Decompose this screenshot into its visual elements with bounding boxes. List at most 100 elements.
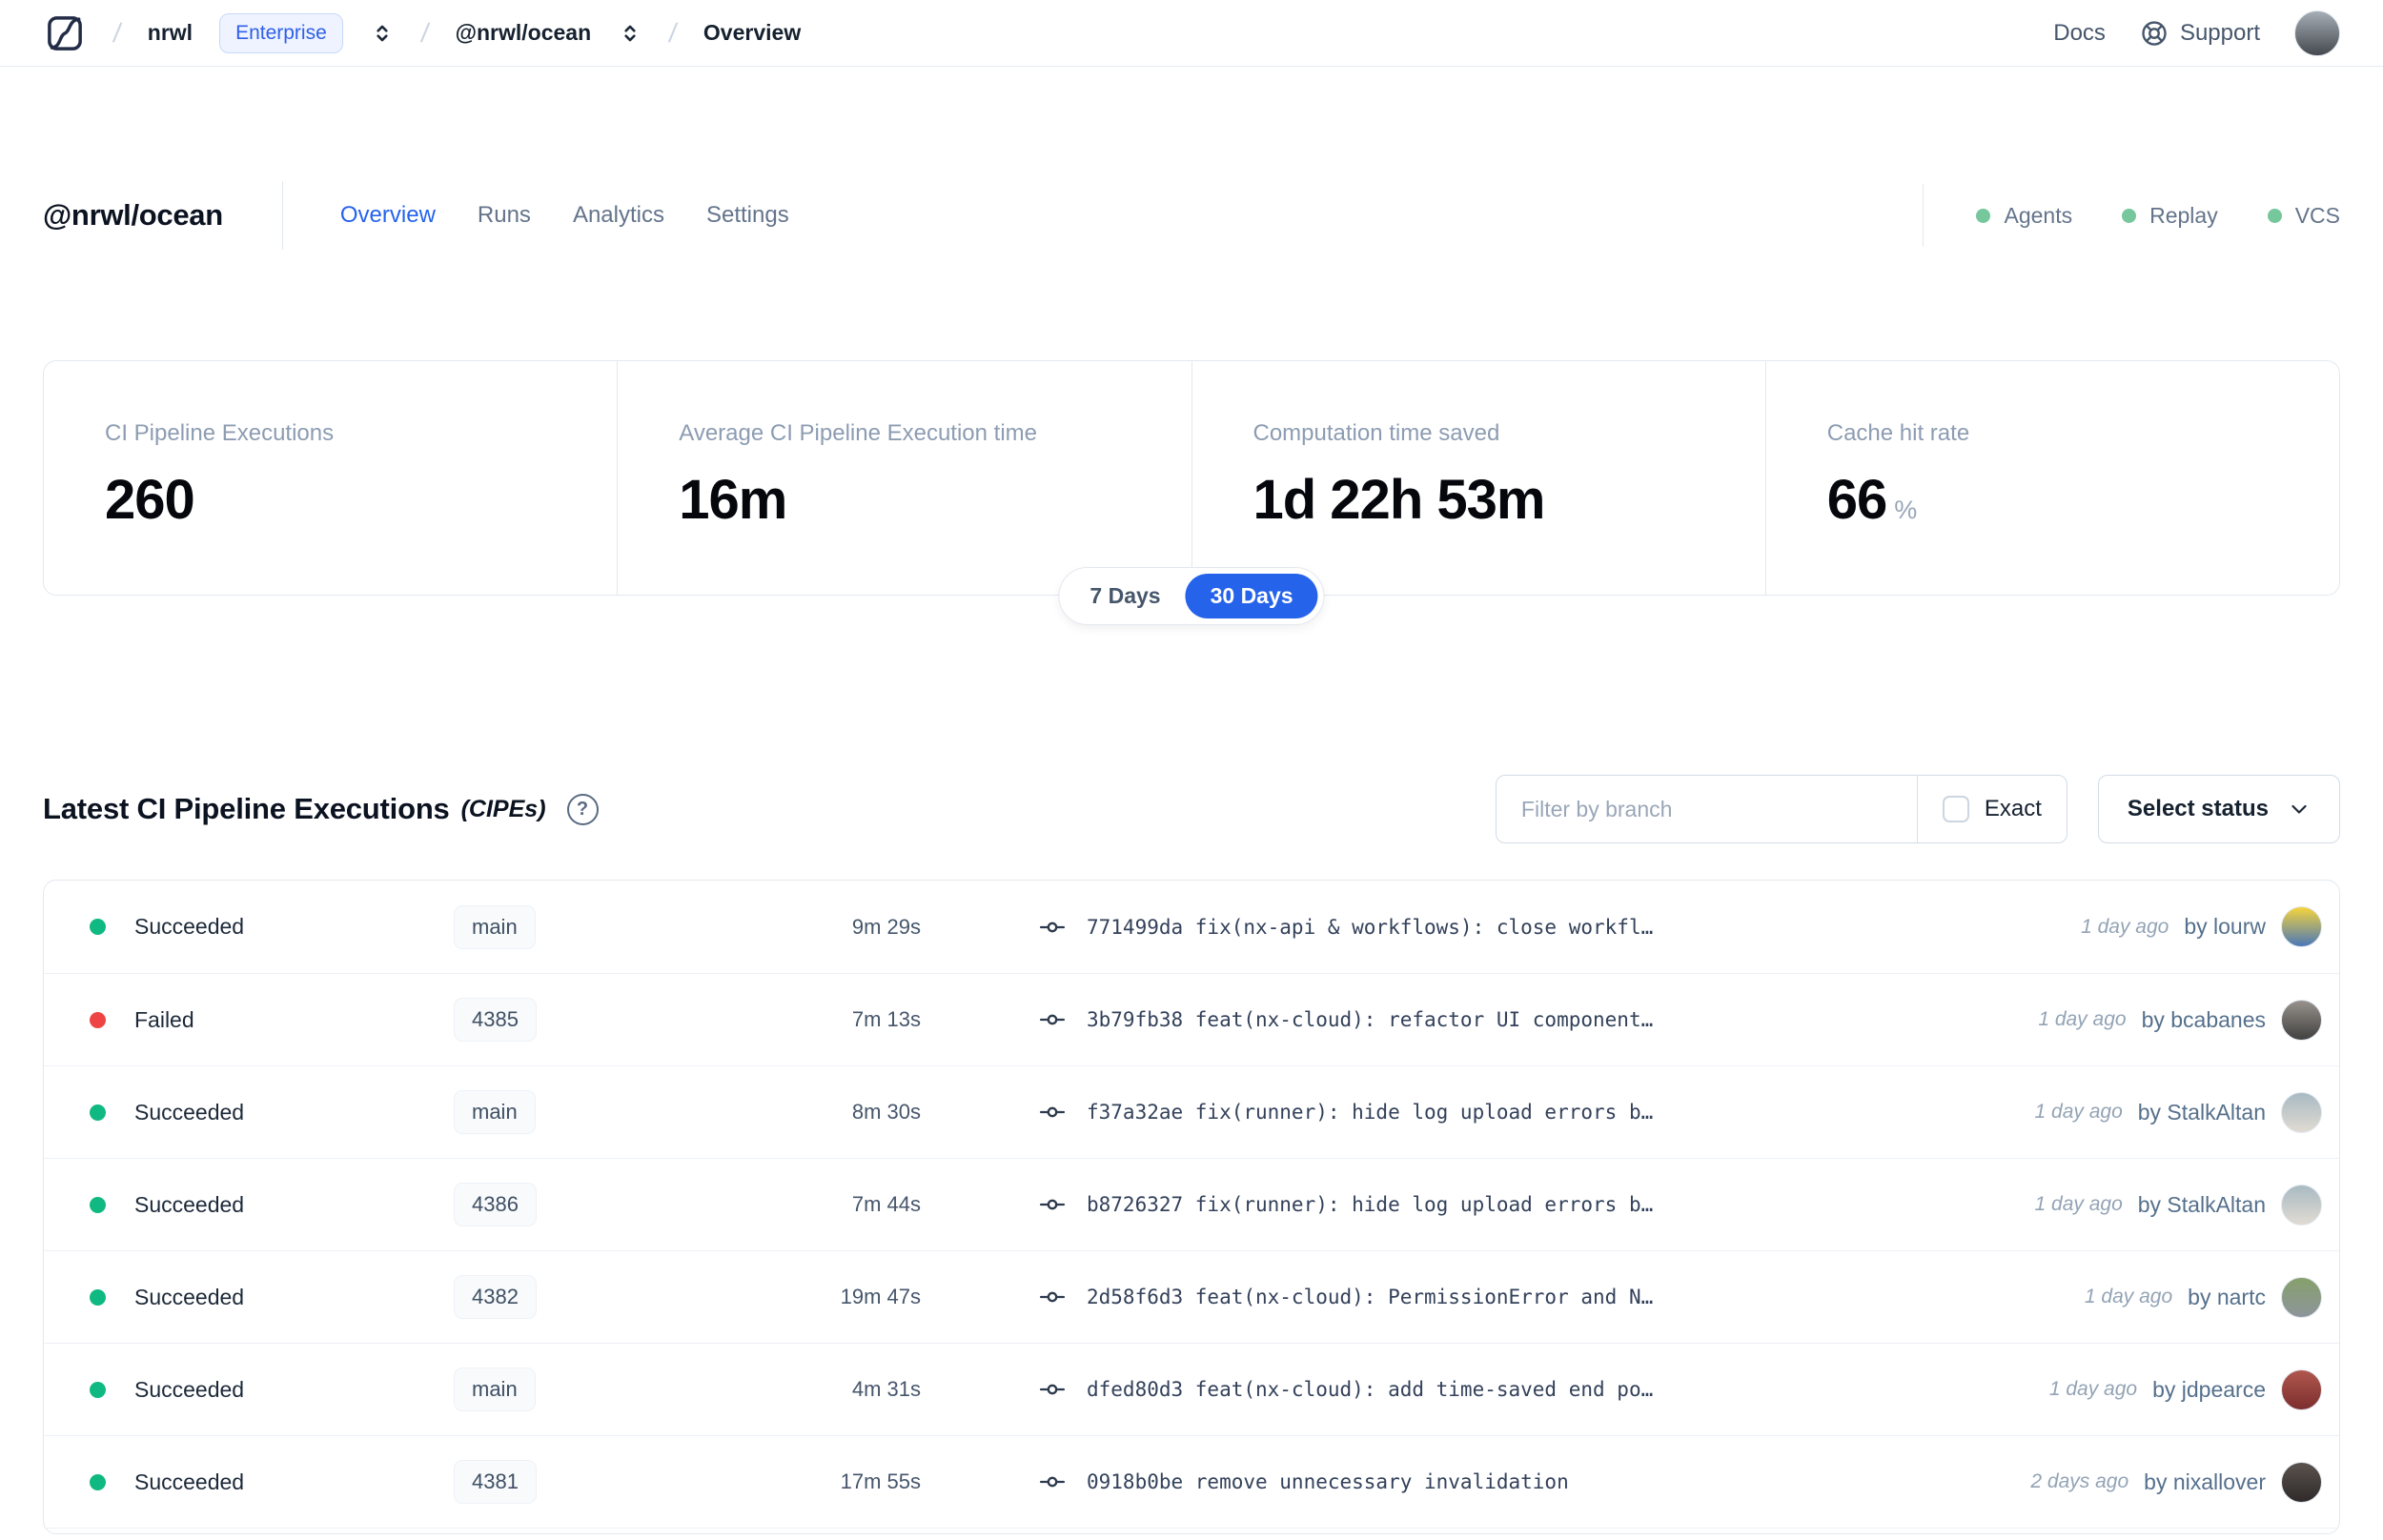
- indicator-replay[interactable]: Replay: [2122, 203, 2218, 229]
- author-avatar[interactable]: [2281, 1091, 2322, 1133]
- author-avatar[interactable]: [2281, 1368, 2322, 1410]
- row-meta: 1 day ago by StalkAltan: [2016, 1091, 2322, 1133]
- date-range-toggle: 7 Days 30 Days: [1058, 567, 1325, 625]
- duration: 7m 44s: [851, 1192, 921, 1216]
- green-dot-icon: [1976, 208, 1991, 223]
- nx-cloud-logo-icon[interactable]: [43, 11, 87, 55]
- divider: [281, 181, 283, 250]
- author-avatar[interactable]: [2281, 1276, 2322, 1318]
- commit-cell: b8726327 fix(runner): hide log upload er…: [1039, 1191, 2016, 1218]
- duration: 9m 29s: [851, 914, 921, 939]
- workspace-switcher-chevrons-icon[interactable]: [618, 21, 642, 46]
- author: by nixallover: [2144, 1469, 2266, 1494]
- cipe-row[interactable]: Succeeded 4386 7m 44s b8726327 fix(runne…: [44, 1158, 2339, 1250]
- stat-value: 1d 22h 53m: [1253, 469, 1546, 531]
- cipe-row[interactable]: Failed 4385 7m 13s 3b79fb38 feat(nx-clou…: [44, 973, 2339, 1065]
- org-switcher-chevrons-icon[interactable]: [370, 21, 395, 46]
- branch-filter-input[interactable]: [1496, 776, 1917, 842]
- cipe-row[interactable]: Succeeded 4381 17m 55s 0918b0be remove u…: [44, 1435, 2339, 1528]
- status-label: Succeeded: [134, 1376, 245, 1402]
- range-7-days[interactable]: 7 Days: [1065, 574, 1185, 618]
- time-ago: 2 days ago: [2030, 1470, 2129, 1492]
- cipe-row[interactable]: Succeeded main 8m 30s f37a32ae fix(runne…: [44, 1065, 2339, 1158]
- workspace-tabs: Overview Runs Analytics Settings: [340, 202, 789, 229]
- branch-cell: main: [454, 1090, 768, 1134]
- branch-cell: 4386: [454, 1183, 768, 1226]
- stat-value: 66%: [1826, 469, 1918, 531]
- author: by StalkAltan: [2137, 1191, 2266, 1217]
- commit-message: 771499da fix(nx-api & workflows): close …: [1087, 915, 1654, 939]
- indicator-vcs[interactable]: VCS: [2267, 203, 2340, 229]
- author-avatar[interactable]: [2281, 906, 2322, 947]
- stats-cards: CI Pipeline Executions 260 Average CI Pi…: [43, 360, 2340, 596]
- cipe-row[interactable]: Succeeded main 9m 29s 771499da fix(nx-ap…: [44, 881, 2339, 973]
- divider: [1923, 184, 1925, 247]
- duration: 17m 55s: [840, 1469, 921, 1493]
- commit-message: 3b79fb38 feat(nx-cloud): refactor UI com…: [1087, 1008, 1654, 1031]
- author: by nartc: [2188, 1284, 2266, 1309]
- user-avatar[interactable]: [2294, 10, 2340, 56]
- time-ago: 1 day ago: [2034, 1193, 2123, 1215]
- tab-settings[interactable]: Settings: [706, 202, 789, 229]
- time-ago: 1 day ago: [2034, 1101, 2123, 1123]
- branch-filter-group: Exact: [1495, 775, 2067, 843]
- cipe-row[interactable]: Succeeded main 4m 31s dfed80d3 feat(nx-c…: [44, 1343, 2339, 1435]
- breadcrumb-separator: /: [111, 17, 124, 48]
- breadcrumb-separator: /: [667, 17, 680, 48]
- cipe-row[interactable]: Succeeded 4382 19m 47s 2d58f6d3 feat(nx-…: [44, 1250, 2339, 1343]
- status-label: Succeeded: [134, 1099, 245, 1125]
- exact-option: Exact: [1918, 776, 2067, 842]
- cipe-row-partial: [44, 1528, 2339, 1533]
- status-indicators: Agents Replay VCS: [1976, 203, 2340, 229]
- indicator-label: Replay: [2149, 202, 2218, 228]
- green-dot-icon: [2122, 208, 2137, 223]
- enterprise-badge: Enterprise: [219, 12, 343, 53]
- commit-cell: 3b79fb38 feat(nx-cloud): refactor UI com…: [1039, 1006, 2019, 1033]
- commit-cell: 0918b0be remove unnecessary invalidation: [1039, 1469, 2011, 1495]
- branch-cell: main: [454, 1368, 768, 1411]
- row-meta: 1 day ago by StalkAltan: [2016, 1184, 2322, 1226]
- tab-runs[interactable]: Runs: [478, 202, 531, 229]
- status-dot-icon: [90, 1473, 106, 1490]
- tab-analytics[interactable]: Analytics: [573, 202, 664, 229]
- percent-suffix: %: [1894, 496, 1917, 524]
- status-dot-icon: [90, 919, 106, 935]
- support-link[interactable]: Support: [2140, 19, 2260, 48]
- status-select-dropdown[interactable]: Select status: [2097, 775, 2340, 843]
- breadcrumb-org[interactable]: nrwl: [148, 20, 193, 46]
- exact-checkbox[interactable]: [1942, 796, 1969, 822]
- breadcrumb-workspace[interactable]: @nrwl/ocean: [456, 20, 592, 46]
- commit-cell: dfed80d3 feat(nx-cloud): add time-saved …: [1039, 1376, 2030, 1403]
- author-avatar[interactable]: [2281, 999, 2322, 1041]
- commit-message: 0918b0be remove unnecessary invalidation: [1087, 1470, 1569, 1493]
- author: by jdpearce: [2152, 1376, 2266, 1402]
- git-commit-icon: [1039, 1291, 1066, 1303]
- status-label: Succeeded: [134, 1469, 245, 1494]
- branch-cell: 4382: [454, 1275, 768, 1319]
- range-30-days[interactable]: 30 Days: [1185, 574, 1318, 618]
- topbar-actions: Docs Support: [2053, 10, 2340, 56]
- indicator-agents[interactable]: Agents: [1976, 203, 2072, 229]
- commit-cell: f37a32ae fix(runner): hide log upload er…: [1039, 1099, 2016, 1125]
- duration: 4m 31s: [851, 1377, 921, 1401]
- stat-label: CI Pipeline Executions: [105, 420, 335, 446]
- time-ago: 1 day ago: [2038, 1008, 2127, 1030]
- breadcrumb-separator: /: [418, 17, 431, 48]
- docs-link[interactable]: Docs: [2053, 20, 2106, 47]
- row-meta: 1 day ago by nartc: [2066, 1276, 2322, 1318]
- author: by StalkAltan: [2137, 1099, 2266, 1125]
- time-ago: 1 day ago: [2081, 915, 2169, 938]
- branch-badge: 4385: [454, 998, 537, 1042]
- branch-cell: 4381: [454, 1460, 768, 1504]
- commit-message: b8726327 fix(runner): hide log upload er…: [1087, 1193, 1654, 1216]
- author-avatar[interactable]: [2281, 1184, 2322, 1226]
- tab-overview[interactable]: Overview: [340, 202, 436, 229]
- help-icon[interactable]: ?: [566, 793, 599, 825]
- stat-average-execution-time: Average CI Pipeline Execution time 16m: [617, 361, 1191, 595]
- cipe-table: Succeeded main 9m 29s 771499da fix(nx-ap…: [43, 880, 2340, 1534]
- support-label: Support: [2179, 19, 2260, 46]
- stats-section: CI Pipeline Executions 260 Average CI Pi…: [43, 360, 2340, 625]
- git-commit-icon: [1039, 1476, 1066, 1488]
- status-label: Succeeded: [134, 1191, 245, 1217]
- author-avatar[interactable]: [2281, 1461, 2322, 1503]
